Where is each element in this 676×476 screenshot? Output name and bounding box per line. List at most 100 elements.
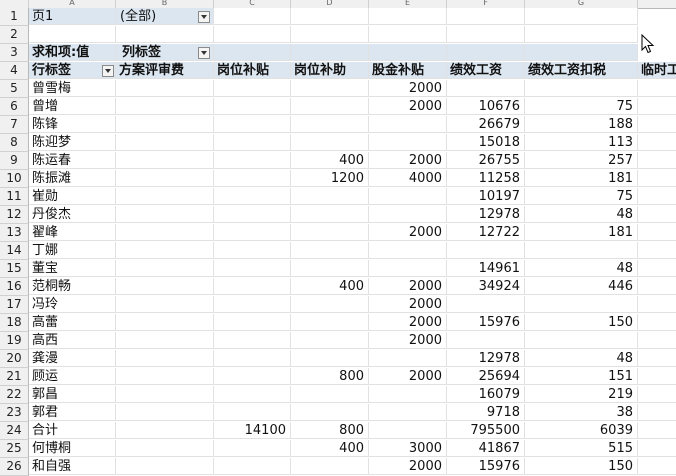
value-cell[interactable] <box>369 404 447 421</box>
value-cell[interactable]: 4000 <box>369 170 447 187</box>
value-cell[interactable]: 15976 <box>447 458 525 475</box>
value-cell[interactable] <box>638 134 676 151</box>
value-cell[interactable] <box>116 440 214 457</box>
value-cell[interactable] <box>369 422 447 439</box>
value-cell[interactable]: 1200 <box>291 170 369 187</box>
value-cell[interactable] <box>116 116 214 133</box>
value-cell[interactable] <box>291 386 369 403</box>
row-header[interactable]: 13 <box>0 224 29 242</box>
value-cell[interactable]: 2000 <box>369 80 447 97</box>
value-cell[interactable]: 48 <box>525 206 638 223</box>
row-header[interactable]: 22 <box>0 386 29 404</box>
column-header-f[interactable]: F <box>447 0 525 8</box>
row-header[interactable]: 18 <box>0 314 29 332</box>
value-cell[interactable]: 9718 <box>447 404 525 421</box>
value-cell[interactable] <box>447 332 525 349</box>
value-cell[interactable] <box>116 152 214 169</box>
value-cell[interactable] <box>369 242 447 259</box>
value-cell[interactable] <box>638 242 676 259</box>
value-cell[interactable] <box>116 134 214 151</box>
column-label-dropdown-button[interactable] <box>198 47 210 59</box>
value-cell[interactable] <box>214 152 291 169</box>
row-label-cell[interactable]: 丹俊杰 <box>29 206 116 223</box>
row-label-cell[interactable]: 陈运春 <box>29 152 116 169</box>
value-cell[interactable] <box>116 458 214 475</box>
value-cell[interactable]: 10676 <box>447 98 525 115</box>
value-cell[interactable]: 16079 <box>447 386 525 403</box>
value-cell[interactable]: 113 <box>525 134 638 151</box>
value-cell[interactable] <box>291 188 369 205</box>
value-cell[interactable] <box>369 206 447 223</box>
empty-cell[interactable] <box>447 8 525 25</box>
value-cell[interactable] <box>291 206 369 223</box>
value-cell[interactable]: 48 <box>525 260 638 277</box>
row-label-cell[interactable]: 顾运 <box>29 368 116 385</box>
value-cell[interactable] <box>291 134 369 151</box>
value-cell[interactable] <box>525 332 638 349</box>
value-cell[interactable] <box>214 458 291 475</box>
row-label-cell[interactable]: 何博桐 <box>29 440 116 457</box>
value-cell[interactable] <box>638 80 676 97</box>
value-cell[interactable] <box>291 80 369 97</box>
value-cell[interactable]: 25694 <box>447 368 525 385</box>
empty-cell[interactable] <box>369 26 447 43</box>
column-header-c[interactable]: C <box>214 0 291 8</box>
value-cell[interactable] <box>369 260 447 277</box>
value-cell[interactable] <box>214 278 291 295</box>
row-header[interactable]: 23 <box>0 404 29 422</box>
empty-cell[interactable] <box>29 26 116 43</box>
value-cell[interactable] <box>214 350 291 367</box>
value-cell[interactable] <box>116 368 214 385</box>
value-cell[interactable] <box>214 440 291 457</box>
value-cell[interactable] <box>214 296 291 313</box>
value-cell[interactable]: 2000 <box>369 332 447 349</box>
row-header[interactable]: 9 <box>0 152 29 170</box>
row-label-cell[interactable]: 高蕾 <box>29 314 116 331</box>
value-cell[interactable]: 2000 <box>369 458 447 475</box>
value-cell[interactable]: 150 <box>525 458 638 475</box>
value-cell[interactable] <box>638 278 676 295</box>
row-label-cell[interactable]: 陈锋 <box>29 116 116 133</box>
value-cell[interactable]: 26755 <box>447 152 525 169</box>
value-cell[interactable] <box>638 260 676 277</box>
value-cell[interactable] <box>638 458 676 475</box>
row-header[interactable]: 25 <box>0 440 29 458</box>
value-cell[interactable]: 2000 <box>369 152 447 169</box>
row-label-cell[interactable]: 曾雪梅 <box>29 80 116 97</box>
value-cell[interactable] <box>291 260 369 277</box>
value-cell[interactable] <box>638 350 676 367</box>
value-cell[interactable] <box>369 116 447 133</box>
value-cell[interactable]: 181 <box>525 170 638 187</box>
value-cell[interactable] <box>116 260 214 277</box>
pivot-column-header[interactable]: 岗位补助 <box>291 62 369 79</box>
value-cell[interactable] <box>116 332 214 349</box>
value-cell[interactable] <box>214 224 291 241</box>
value-cell[interactable] <box>369 188 447 205</box>
row-label-cell[interactable]: 崔勋 <box>29 188 116 205</box>
row-label-cell[interactable]: 曾增 <box>29 98 116 115</box>
row-header[interactable]: 5 <box>0 80 29 98</box>
value-cell[interactable]: 219 <box>525 386 638 403</box>
row-header[interactable]: 26 <box>0 458 29 476</box>
value-cell[interactable] <box>116 314 214 331</box>
value-cell[interactable] <box>214 170 291 187</box>
pivot-column-header[interactable]: 绩效工资扣税 <box>525 62 638 79</box>
row-label-cell[interactable]: 冯玲 <box>29 296 116 313</box>
value-cell[interactable] <box>638 422 676 439</box>
value-cell[interactable]: 2000 <box>369 278 447 295</box>
row-header[interactable]: 4 <box>0 62 29 80</box>
row-header[interactable]: 8 <box>0 134 29 152</box>
value-cell[interactable] <box>214 260 291 277</box>
value-cell[interactable] <box>638 386 676 403</box>
value-cell[interactable] <box>214 80 291 97</box>
row-header[interactable]: 19 <box>0 332 29 350</box>
row-header[interactable]: 21 <box>0 368 29 386</box>
row-label-cell[interactable]: 郭昌 <box>29 386 116 403</box>
select-all-corner[interactable] <box>0 0 29 8</box>
value-cell[interactable] <box>525 80 638 97</box>
value-cell[interactable] <box>214 116 291 133</box>
row-label-cell[interactable]: 翟峰 <box>29 224 116 241</box>
row-label-cell[interactable]: 和自强 <box>29 458 116 475</box>
value-cell[interactable]: 10197 <box>447 188 525 205</box>
value-cell[interactable]: 150 <box>525 314 638 331</box>
